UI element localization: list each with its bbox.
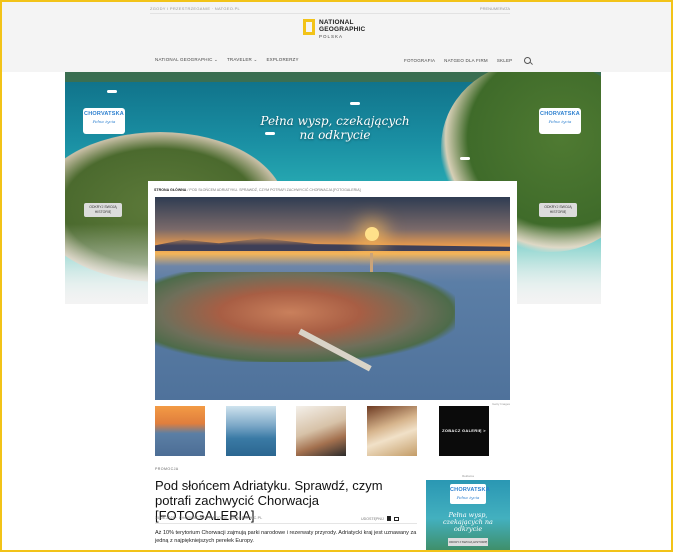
badge-text-c: TSKA <box>474 487 490 493</box>
thumbnail-4[interactable] <box>367 406 417 456</box>
old-town <box>155 272 455 362</box>
nav-right: FOTOGRAFIA NATGEO DLA FIRM SKLEP <box>404 57 532 64</box>
breadcrumb-home[interactable]: STRONA GŁÓWNA <box>154 188 186 192</box>
facebook-icon[interactable] <box>386 516 391 521</box>
natgeo-logo[interactable]: NATIONAL GEOGRAPHIC POLSKA <box>303 19 365 43</box>
promo-label: PROMOCJA <box>155 467 179 471</box>
gallery-card: STRONA GŁÓWNA / POD SŁOŃCEM ADRIATYKU. S… <box>148 181 517 459</box>
croatia-badge-ad: CHORVATSKA Pełna życia <box>450 484 490 504</box>
breadcrumb-path: / POD SŁOŃCEM ADRIATYKU. SPRAWDŹ, CZYM P… <box>187 188 361 192</box>
nav-item-national-geographic[interactable]: NATIONAL GEOGRAPHIC ⌄ <box>155 57 218 63</box>
article-section: PROMOCJA Pod słońcem Adriatyku. Sprawdź,… <box>148 462 517 552</box>
badge-text-a: CHORV <box>450 487 471 493</box>
badge-text-c: TSKA <box>564 111 580 117</box>
mail-icon[interactable] <box>393 516 399 521</box>
site-header: ZGODY I PRZESTRZEGANIE · NATGEO.PL PRENU… <box>0 0 673 72</box>
breadcrumb: STRONA GŁÓWNA / POD SŁOŃCEM ADRIATYKU. S… <box>154 188 361 192</box>
subscribe-link[interactable]: PRENUMERATA <box>480 6 510 11</box>
share-label: UDOSTĘPNIJ <box>361 516 384 521</box>
discover-button-left[interactable]: ODKRYJ SWOJĄ HISTORIĘ <box>84 203 122 217</box>
nav-left: NATIONAL GEOGRAPHIC ⌄ TRAVELER ⌄ EXPLORE… <box>155 57 299 63</box>
badge-subtitle: Pełna życia <box>548 119 572 124</box>
logo-line-2: GEOGRAPHIC <box>319 26 366 33</box>
yellow-border-icon <box>303 19 315 35</box>
boat <box>350 102 360 105</box>
article-meta: 15.06.2021 · CHORWACJA W NATIONAL-GEOGRA… <box>155 516 263 520</box>
main-gallery-photo[interactable] <box>155 197 510 400</box>
ad-button[interactable]: ODKRYJ SWOJĄ HISTORIĘ <box>448 538 488 546</box>
thumbnail-2[interactable] <box>226 406 276 456</box>
nav-item-natgeo-dla-firm[interactable]: NATGEO DLA FIRM <box>444 58 488 63</box>
hero-title: Pełna wysp, czekających na odkrycie <box>260 114 410 142</box>
article-excerpt: Aż 10% terytorium Chorwacji zajmują park… <box>155 530 417 544</box>
sun <box>365 227 379 241</box>
ad-text: Pełna wysp, czekających na odkrycie <box>443 511 493 533</box>
badge-text-a: CHORV <box>84 111 105 117</box>
logo-line-1: NATIONAL <box>319 19 354 26</box>
logo-line-3: POLSKA <box>319 34 344 39</box>
badge-subtitle: Pełna życia <box>456 495 480 500</box>
nav-item-explorerzy[interactable]: EXPLORERZY <box>266 57 298 63</box>
discover-button-right[interactable]: ODKRYJ SWOJĄ HISTORIĘ <box>539 203 577 217</box>
top-left-link[interactable]: ZGODY I PRZESTRZEGANIE · NATGEO.PL <box>150 6 240 11</box>
boat <box>107 90 117 93</box>
thumbnail-3[interactable] <box>296 406 346 456</box>
nav-item-traveler[interactable]: TRAVELER ⌄ <box>227 57 257 63</box>
badge-text-c: TSKA <box>108 111 124 117</box>
divider <box>155 523 417 524</box>
search-icon[interactable] <box>524 57 532 64</box>
mountains <box>155 238 510 251</box>
badge-subtitle: Pełna życia <box>92 119 116 124</box>
boat <box>460 157 470 160</box>
croatia-badge-left: CHORVATSKA Pełna życia <box>83 108 125 134</box>
ad-image[interactable]: CHORVATSKA Pełna życia Pełna wysp, czeka… <box>426 480 510 550</box>
divider <box>150 13 510 14</box>
sidebar-ad[interactable]: Reklama CHORVATSKA Pełna życia Pełna wys… <box>426 474 510 552</box>
top-strip: ZGODY I PRZESTRZEGANIE · NATGEO.PL PRENU… <box>150 6 510 14</box>
croatia-badge-right: CHORVATSKA Pełna życia <box>539 108 581 134</box>
thumbnail-1[interactable] <box>155 406 205 456</box>
ad-label: Reklama <box>462 474 474 478</box>
badge-text-a: CHORV <box>540 111 561 117</box>
nav-item-sklep[interactable]: SKLEP <box>497 58 513 63</box>
see-gallery-button[interactable]: ZOBACZ GALERIĘ > <box>439 406 489 456</box>
share-bar: UDOSTĘPNIJ <box>361 516 399 521</box>
thumbnail-strip: ZOBACZ GALERIĘ > <box>155 406 510 456</box>
nav-item-fotografia[interactable]: FOTOGRAFIA <box>404 58 435 63</box>
